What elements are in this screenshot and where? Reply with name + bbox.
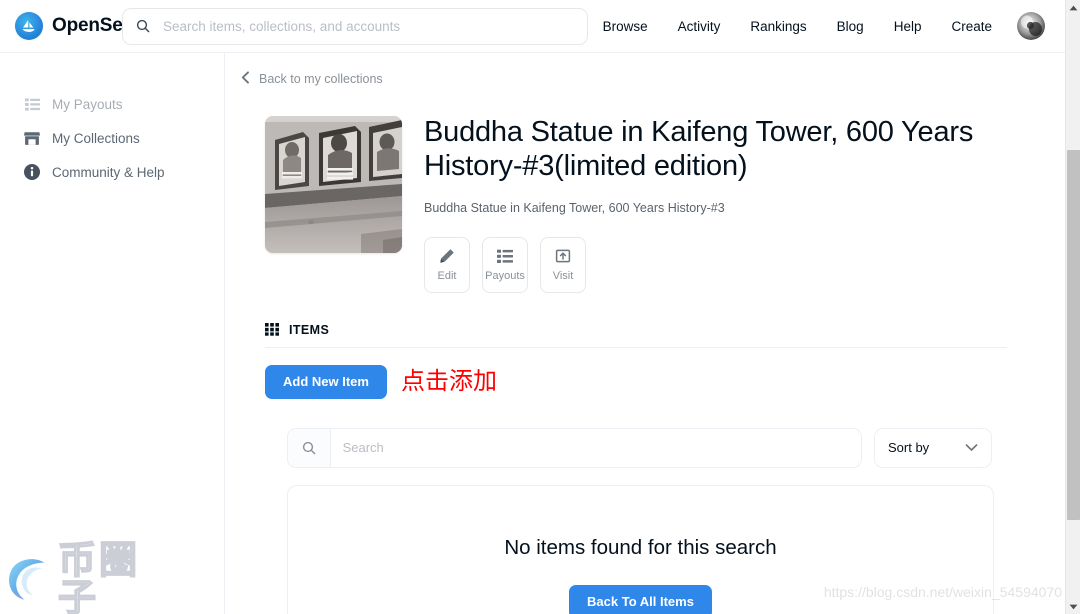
top-navigation-bar: OpenSea Browse Activity Rankings Blog He…: [0, 0, 1065, 53]
brand-name: OpenSea: [52, 15, 133, 36]
sidebar-item-label: Community & Help: [52, 164, 165, 180]
search-input[interactable]: [161, 17, 575, 35]
back-link-label: Back to my collections: [259, 71, 383, 86]
sidebar-item-community-help[interactable]: Community & Help: [0, 155, 224, 189]
back-to-all-items-button[interactable]: Back To All Items: [569, 584, 712, 614]
add-item-row: Add New Item 点击添加: [225, 364, 1065, 399]
search-icon: [288, 428, 331, 467]
empty-state-message: No items found for this search: [504, 535, 777, 559]
info-icon: [24, 164, 40, 180]
sailboat-icon: [15, 12, 43, 40]
visit-button-label: Visit: [552, 269, 574, 282]
collection-header: Buddha Statue in Kaifeng Tower, 600 Year…: [225, 86, 1065, 293]
items-section-header: ITEMS: [225, 323, 1065, 337]
nav-link-create[interactable]: Create: [936, 13, 1007, 40]
app-root: OpenSea Browse Activity Rankings Blog He…: [0, 0, 1080, 614]
items-section-title: ITEMS: [289, 322, 330, 337]
search-icon: [135, 18, 151, 34]
sort-by-label: Sort by: [888, 440, 930, 456]
sidebar-item-label: My Collections: [52, 130, 140, 146]
nav-link-activity[interactable]: Activity: [663, 13, 736, 40]
main-content: Back to my collections Buddha Statue in …: [225, 53, 1065, 614]
chevron-left-icon: [241, 71, 250, 86]
payouts-button-label: Payouts: [485, 269, 525, 282]
scrollbar-thumb[interactable]: [1067, 150, 1080, 520]
collection-description: Buddha Statue in Kaifeng Tower, 600 Year…: [424, 200, 725, 215]
nav-link-blog[interactable]: Blog: [822, 13, 879, 40]
annotation-click-to-add: 点击添加: [400, 367, 497, 395]
edit-button-label: Edit: [437, 269, 457, 282]
back-to-collections-link[interactable]: Back to my collections: [225, 53, 383, 86]
page-title: Buddha Statue in Kaifeng Tower, 600 Year…: [424, 116, 974, 182]
payouts-button[interactable]: Payouts: [482, 236, 528, 293]
sidebar-item-label: My Payouts: [52, 96, 123, 112]
caret-up-icon[interactable]: [1066, 0, 1080, 15]
sidebar: My Payouts My Collections Community & He…: [0, 53, 225, 614]
grid-icon: [265, 323, 279, 337]
sidebar-item-my-payouts[interactable]: My Payouts: [0, 87, 224, 121]
collection-meta: Buddha Statue in Kaifeng Tower, 600 Year…: [424, 116, 1014, 293]
external-link-icon: [555, 248, 571, 265]
list-icon: [24, 96, 40, 112]
global-search-box[interactable]: [122, 7, 588, 45]
nav-link-help[interactable]: Help: [879, 13, 937, 40]
avatar[interactable]: [1017, 12, 1045, 40]
sidebar-item-my-collections[interactable]: My Collections: [0, 121, 224, 155]
nav-link-browse[interactable]: Browse: [588, 13, 663, 40]
brand-logo-link[interactable]: OpenSea: [0, 12, 133, 40]
chevron-down-icon: [965, 443, 978, 452]
sort-by-dropdown[interactable]: Sort by: [874, 427, 992, 468]
nav-link-rankings[interactable]: Rankings: [735, 13, 821, 40]
collection-thumbnail: [265, 116, 402, 253]
add-new-item-button[interactable]: Add New Item: [265, 364, 387, 399]
visit-button[interactable]: Visit: [540, 236, 586, 293]
caret-down-icon[interactable]: [1066, 599, 1080, 614]
pencil-icon: [439, 248, 455, 265]
collection-action-buttons: Edit Payouts Visit: [424, 236, 1014, 293]
items-filter-row: Sort by: [225, 427, 1065, 468]
vertical-scrollbar[interactable]: [1065, 0, 1080, 614]
empty-state-card: No items found for this search Back To A…: [287, 484, 994, 614]
nav-links: Browse Activity Rankings Blog Help Creat…: [588, 12, 1065, 40]
items-search-input[interactable]: [330, 439, 861, 457]
list-icon: [497, 248, 513, 265]
items-divider: [265, 346, 1007, 348]
items-search-box[interactable]: [287, 427, 862, 468]
edit-button[interactable]: Edit: [424, 236, 470, 293]
storefront-icon: [24, 130, 40, 146]
